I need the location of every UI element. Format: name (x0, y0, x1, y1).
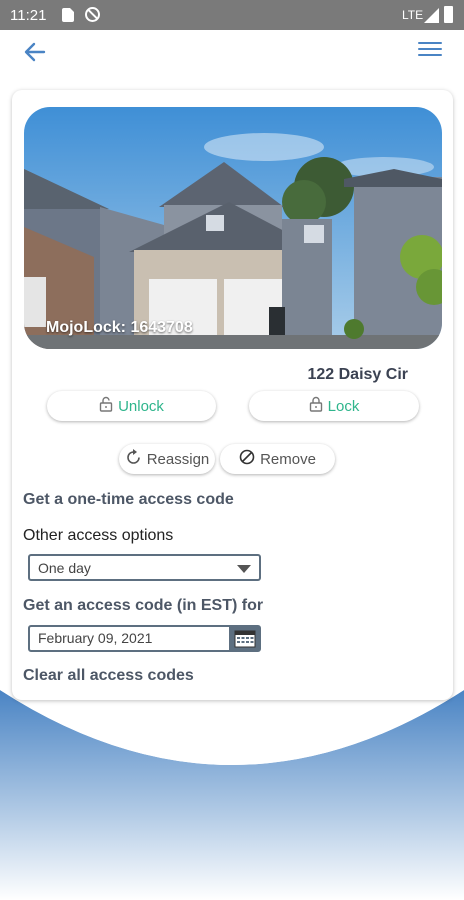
lock-label: Lock (327, 397, 360, 415)
one-time-code-link[interactable]: Get a one-time access code (23, 491, 234, 509)
access-code-est-label: Get an access code (in EST) for (23, 597, 264, 614)
lock-button[interactable]: Lock (249, 391, 419, 421)
refresh-icon (125, 448, 142, 470)
lock-card: MojoLock: 1643708 122 Daisy Cir Unlock L… (12, 90, 453, 700)
property-photo: MojoLock: 1643708 (24, 107, 442, 349)
status-bar: 11:21 LTE (0, 0, 464, 30)
other-options-label: Other access options (23, 527, 174, 544)
block-icon (239, 449, 255, 469)
do-not-disturb-icon (85, 7, 100, 22)
calendar-icon (234, 630, 256, 648)
date-input[interactable]: February 09, 2021 (28, 625, 231, 652)
clear-access-codes-link[interactable]: Clear all access codes (23, 667, 194, 685)
hamburger-menu-icon (418, 42, 442, 44)
menu-button[interactable] (418, 42, 442, 62)
arrow-left-icon (24, 42, 46, 62)
unlock-label: Unlock (118, 397, 164, 415)
reassign-button[interactable]: Reassign (119, 444, 215, 474)
duration-select[interactable]: One day (28, 554, 261, 581)
lock-id-label: MojoLock: 1643708 (46, 319, 193, 336)
sd-card-icon (62, 8, 74, 22)
remove-label: Remove (260, 450, 316, 468)
calendar-button[interactable] (229, 625, 261, 652)
top-app-bar (0, 30, 464, 76)
unlock-button[interactable]: Unlock (47, 391, 216, 421)
battery-icon (444, 6, 453, 23)
remove-button[interactable]: Remove (220, 444, 335, 474)
signal-icon (424, 8, 439, 23)
status-time: 11:21 (10, 7, 47, 24)
dropdown-arrow-icon (237, 565, 251, 573)
wave-background (0, 690, 464, 900)
reassign-label: Reassign (146, 450, 210, 468)
unlock-icon (99, 396, 113, 416)
network-type: LTE (402, 8, 424, 22)
lock-icon (309, 396, 323, 416)
duration-selected-value: One day (38, 560, 91, 576)
back-button[interactable] (22, 40, 48, 64)
property-address: 122 Daisy Cir (307, 366, 408, 383)
